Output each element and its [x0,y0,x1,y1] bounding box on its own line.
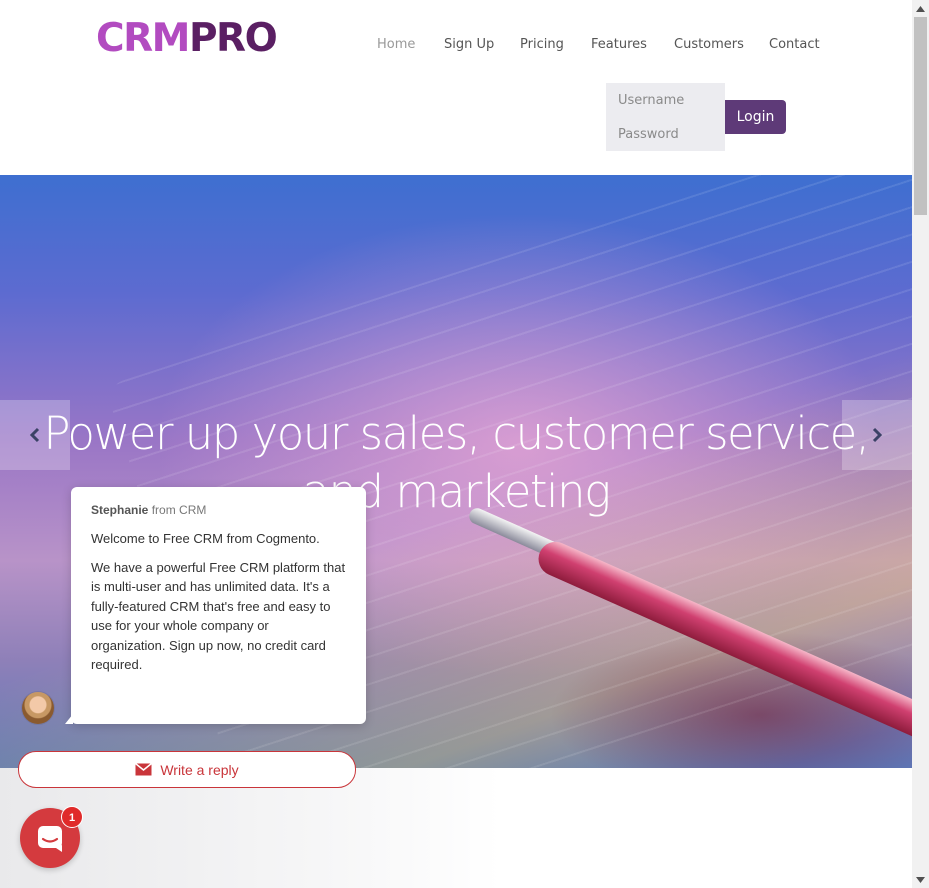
carousel-next-button[interactable] [842,400,912,470]
chevron-right-icon [872,427,883,443]
chat-agent-avatar [22,692,54,724]
chat-message-body: We have a powerful Free CRM platform tha… [91,559,346,673]
unread-count-badge: 1 [61,806,83,828]
scroll-down-button[interactable] [912,871,929,888]
logo[interactable]: CRMPRO [96,16,278,62]
chat-message-card[interactable]: Stephanie from CRM Welcome to Free CRM f… [65,487,366,724]
nav-home[interactable]: Home [377,37,415,52]
chat-sender-suffix: from CRM [151,503,207,517]
nav-features[interactable]: Features [591,37,647,52]
scroll-up-button[interactable] [912,0,929,17]
write-reply-label: Write a reply [160,761,239,778]
nav-pricing[interactable]: Pricing [520,37,564,52]
login-form [606,83,725,151]
nav-sign-up[interactable]: Sign Up [444,37,494,52]
nav-customers[interactable]: Customers [674,37,744,52]
username-input[interactable] [606,83,725,117]
carousel-prev-button[interactable] [0,400,70,470]
chat-sender: Stephanie from CRM [91,503,346,517]
password-input[interactable] [606,117,725,151]
login-button[interactable]: Login [725,100,786,134]
chat-message-welcome: Welcome to Free CRM from Cogmento. [91,531,320,546]
arrow-up-icon [916,5,925,12]
page-scrollbar[interactable] [912,0,929,888]
chat-sender-name: Stephanie [91,503,149,517]
scrollbar-thumb[interactable] [914,17,927,215]
chevron-left-icon [29,427,40,443]
site-header: CRMPRO Home Sign Up Pricing Features Cus… [0,0,912,175]
envelope-icon [135,763,153,776]
arrow-down-icon [916,876,925,883]
logo-crm-text: CRM [96,16,190,61]
write-reply-button[interactable]: Write a reply [18,751,356,788]
logo-pro-text: PRO [188,16,278,61]
nav-contact[interactable]: Contact [769,37,820,52]
hero-title-line-1: Power up your sales, customer service, [43,407,870,460]
chat-icon [38,826,62,852]
